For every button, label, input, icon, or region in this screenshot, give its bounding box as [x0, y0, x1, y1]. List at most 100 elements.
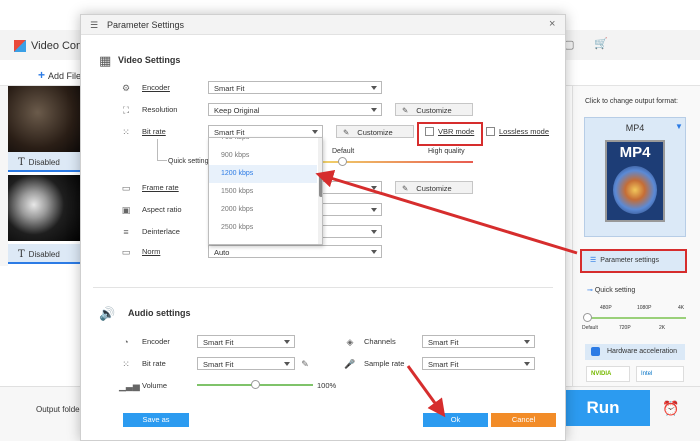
ok-button[interactable]: Ok	[423, 413, 488, 427]
audio-settings-title: Audio settings	[128, 308, 191, 318]
dialog-title: Parameter Settings	[107, 20, 185, 30]
file-list-strip	[0, 86, 8, 266]
volume-knob[interactable]	[251, 380, 260, 389]
hardware-acceleration-button[interactable]: Hardware acceleration	[585, 344, 685, 360]
audio-bitrate-label: Bit rate	[142, 359, 166, 368]
quick-setting-slider[interactable]	[586, 317, 686, 319]
dropdown-arrow-icon	[371, 230, 377, 234]
dropdown-arrow-icon	[284, 362, 290, 366]
video-encoder-label: Encoder	[142, 83, 170, 92]
dropdown-scroll-thumb[interactable]	[319, 175, 322, 197]
dropdown-arrow-icon	[312, 130, 318, 134]
volume-label: Volume	[142, 381, 168, 390]
sliders-icon: ☰	[90, 20, 99, 30]
output-folder-label: Output folder:	[36, 405, 85, 414]
tick-720p: 720P	[619, 325, 631, 331]
audio-settings-icon: 🔊	[99, 306, 116, 321]
plus-icon: +	[38, 68, 46, 82]
cancel-button[interactable]: Cancel	[491, 413, 556, 427]
bitrate-option[interactable]: 768 kbps	[209, 138, 317, 147]
dropdown-arrow-icon	[371, 208, 377, 212]
connector-line	[157, 139, 167, 161]
tick-480p: 480P	[600, 305, 612, 311]
caret-down-icon: ▼	[675, 122, 683, 131]
intel-badge: Intel	[636, 366, 684, 382]
framerate-customize-button[interactable]: ✎ Customize	[395, 181, 473, 194]
framerate-select[interactable]	[321, 181, 382, 194]
aspect-ratio-label: Aspect ratio	[142, 205, 182, 214]
tick-2k: 2K	[659, 325, 666, 331]
volume-icon: ▁▃▅	[119, 381, 140, 391]
lossless-mode-checkbox[interactable]	[486, 127, 495, 136]
deinterlace-icon: ≡	[123, 227, 129, 237]
pencil-icon: ✎	[343, 128, 350, 137]
dropdown-arrow-icon	[371, 108, 377, 112]
quick-setting-knob[interactable]	[583, 313, 592, 322]
bitrate-icon: ⁙	[122, 127, 130, 137]
parameter-settings-button[interactable]: ☰ Parameter settings	[580, 249, 687, 273]
pencil-icon[interactable]: ✎	[298, 359, 312, 370]
audio-encoder-label: Encoder	[142, 337, 170, 346]
video-thumbnail-2[interactable]	[8, 175, 82, 241]
sample-rate-label: Sample rate	[364, 359, 405, 368]
nvidia-badge: NVIDIA	[586, 366, 630, 382]
save-as-button[interactable]: Save as	[123, 413, 189, 427]
video-settings-title: Video Settings	[118, 55, 181, 65]
dialog-titlebar: ☰ Parameter Settings ×	[81, 15, 565, 35]
video-settings-icon: ▦	[99, 53, 112, 68]
tick-4k: 4K	[678, 305, 685, 311]
add-files-button[interactable]: + Add Files	[38, 68, 86, 82]
quality-slider-knob[interactable]	[338, 157, 347, 166]
section-divider	[93, 287, 553, 288]
sample-rate-select[interactable]: Smart Fit	[422, 357, 535, 370]
video-encoder-select[interactable]: Smart Fit	[208, 81, 382, 94]
framerate-label: Frame rate	[142, 183, 179, 192]
subtitle-selector-1[interactable]: T Disabled	[8, 152, 82, 172]
audio-encoder-select[interactable]: Smart Fit	[197, 335, 295, 348]
bitrate-dropdown-list: 768 kbps 900 kbps 1200 kbps 1500 kbps 20…	[208, 137, 323, 245]
pencil-icon: ✎	[402, 106, 409, 115]
output-format-name: MP4	[625, 123, 645, 133]
quick-setting-label: ⊸ Quick setting	[587, 287, 636, 294]
aspect-ratio-icon: ▣	[121, 205, 131, 215]
cart-icon[interactable]: 🛒	[594, 37, 608, 50]
audio-encoder-icon: ◔	[123, 337, 129, 347]
resolution-label: Resolution	[142, 105, 178, 114]
parameter-settings-dialog: ☰ Parameter Settings × ▦ Video Settings …	[80, 14, 566, 441]
high-quality-label: High quality	[428, 148, 465, 155]
bitrate-option-selected[interactable]: 1200 kbps	[209, 165, 317, 183]
chip-icon	[591, 347, 600, 356]
lossless-mode-label[interactable]: Lossless mode	[499, 127, 549, 136]
bitrate-customize-button[interactable]: ✎ Customize	[336, 125, 414, 138]
bitrate-option[interactable]: 2500 kbps	[209, 219, 317, 237]
close-icon[interactable]: ×	[549, 18, 555, 30]
channels-icon: ◈	[346, 337, 354, 347]
dropdown-arrow-icon	[371, 86, 377, 90]
resolution-icon: ⛶	[122, 105, 130, 115]
norm-select[interactable]: Auto	[208, 245, 382, 258]
dropdown-arrow-icon	[524, 362, 530, 366]
quick-setting-label: Quick setting	[168, 158, 209, 165]
alarm-clock-icon[interactable]: ⏰	[662, 400, 679, 417]
output-format-hint: Click to change output format:	[585, 98, 678, 105]
audio-bitrate-select[interactable]: Smart Fit	[197, 357, 295, 370]
dropdown-arrow-icon	[371, 250, 377, 254]
resolution-customize-button[interactable]: ✎ Customize	[395, 103, 473, 116]
bitrate-option[interactable]: 2000 kbps	[209, 201, 317, 219]
aspect-ratio-select[interactable]	[321, 203, 382, 216]
output-format-selector[interactable]: MP4 ▼ MP4	[584, 117, 686, 237]
channels-select[interactable]: Smart Fit	[422, 335, 535, 348]
vbr-mode-label[interactable]: VBR mode	[438, 127, 474, 136]
resolution-select[interactable]: Keep Original	[208, 103, 382, 116]
vbr-mode-checkbox[interactable]	[425, 127, 434, 136]
pencil-icon: ✎	[402, 184, 409, 193]
encoder-icon: ⚙	[121, 83, 131, 93]
bitrate-option[interactable]: 900 kbps	[209, 147, 317, 165]
run-button[interactable]: Run	[556, 390, 650, 426]
bitrate-option[interactable]: 1500 kbps	[209, 183, 317, 201]
dropdown-arrow-icon	[284, 340, 290, 344]
text-icon: T	[18, 157, 25, 168]
film-reel-icon	[613, 166, 657, 214]
video-thumbnail-1[interactable]	[8, 86, 82, 152]
subtitle-selector-2[interactable]: T Disabled	[8, 244, 82, 264]
